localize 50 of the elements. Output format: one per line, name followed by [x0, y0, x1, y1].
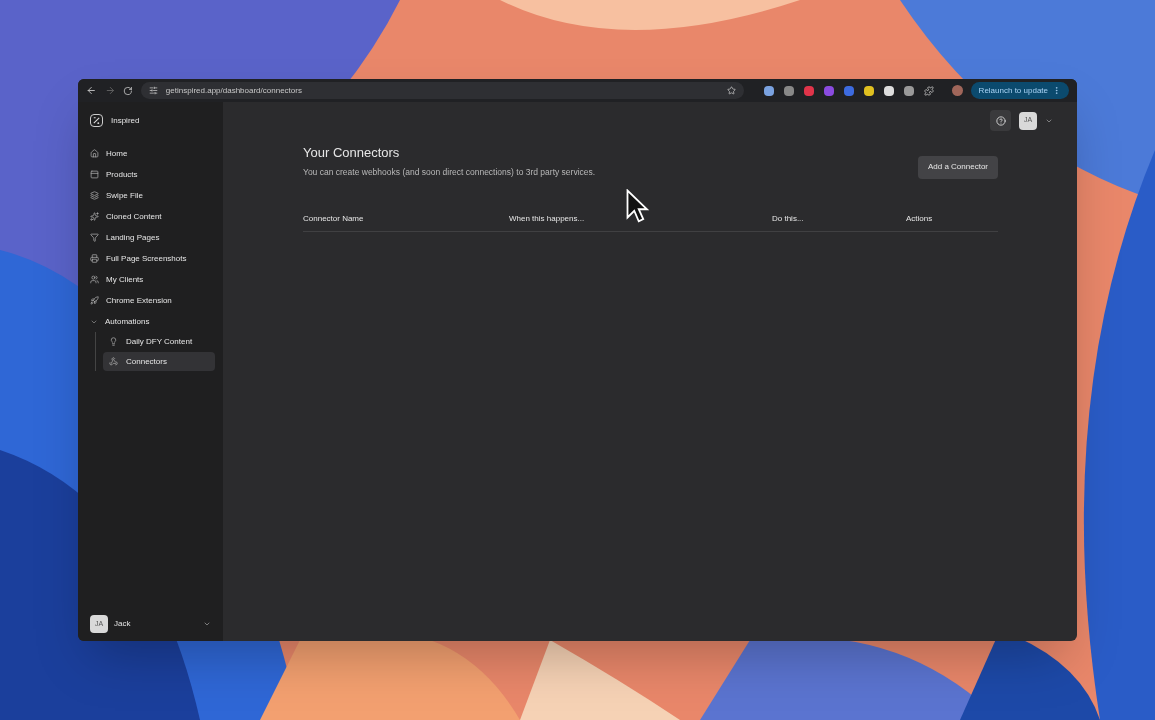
sidebar-item[interactable]: Products — [86, 164, 215, 185]
column-header: Actions — [906, 212, 934, 225]
column-header: Do this... — [772, 212, 805, 225]
more-icon[interactable] — [1052, 86, 1061, 95]
column-header: When this happens... — [509, 212, 586, 225]
extension-icon[interactable] — [883, 85, 894, 96]
forward-icon[interactable] — [104, 85, 116, 96]
url-text: getinspired.app/dashboard/connectors — [165, 84, 303, 97]
sidebar-item[interactable]: Swipe File — [86, 185, 215, 206]
sidebar-item[interactable]: Cloned Content — [86, 206, 215, 227]
help-button[interactable] — [990, 110, 1011, 131]
sparkle-icon — [90, 212, 99, 221]
sidebar-item[interactable]: Home — [86, 143, 215, 164]
address-bar[interactable]: getinspired.app/dashboard/connectors — [140, 82, 744, 99]
sidebar-item[interactable]: Chrome Extension — [86, 290, 215, 311]
rocket-icon — [90, 296, 99, 305]
lightbulb-icon — [109, 337, 118, 346]
user-name: Jack — [114, 618, 132, 630]
house-icon — [90, 149, 99, 158]
sidebar-item[interactable]: My Clients — [86, 269, 215, 290]
sidebar-item[interactable]: Landing Pages — [86, 227, 215, 248]
add-connector-button[interactable]: Add a Connector — [917, 155, 998, 179]
bookmark-star-icon[interactable] — [726, 86, 736, 95]
sidebar-item[interactable]: Automations — [86, 311, 215, 332]
funnel-icon — [90, 233, 99, 242]
sidebar-item[interactable]: Full Page Screenshots — [86, 248, 215, 269]
reload-icon[interactable] — [123, 85, 133, 96]
relaunch-button[interactable]: Relaunch to update — [970, 82, 1069, 99]
column-header: Connector Name — [303, 212, 365, 225]
sidebar-subitem[interactable]: Connectors — [103, 352, 215, 371]
printer-icon — [90, 254, 99, 263]
help-icon — [995, 115, 1006, 126]
page-title: Your Connectors — [303, 146, 401, 159]
webhook-icon — [109, 357, 118, 366]
extension-icon[interactable] — [903, 85, 914, 96]
page-description: You can create webhooks (and soon direct connections) to 3rd party services. — [303, 166, 596, 179]
profile-icon[interactable] — [951, 85, 963, 96]
site-settings-icon[interactable] — [148, 86, 158, 95]
back-icon[interactable] — [86, 85, 97, 96]
extension-icon[interactable] — [863, 85, 874, 96]
extension-icon[interactable] — [763, 85, 774, 96]
puzzle-icon[interactable] — [923, 85, 934, 96]
users-icon — [90, 275, 99, 284]
brand-logo-icon — [90, 114, 103, 127]
layers-icon — [90, 191, 99, 200]
sidebar-subitem[interactable]: Daily DFY Content — [103, 332, 215, 351]
brand-name: Inspired — [111, 114, 140, 127]
panel-icon — [90, 170, 99, 179]
mouse-cursor-icon — [626, 189, 650, 225]
chevron-down-icon[interactable] — [203, 620, 211, 628]
